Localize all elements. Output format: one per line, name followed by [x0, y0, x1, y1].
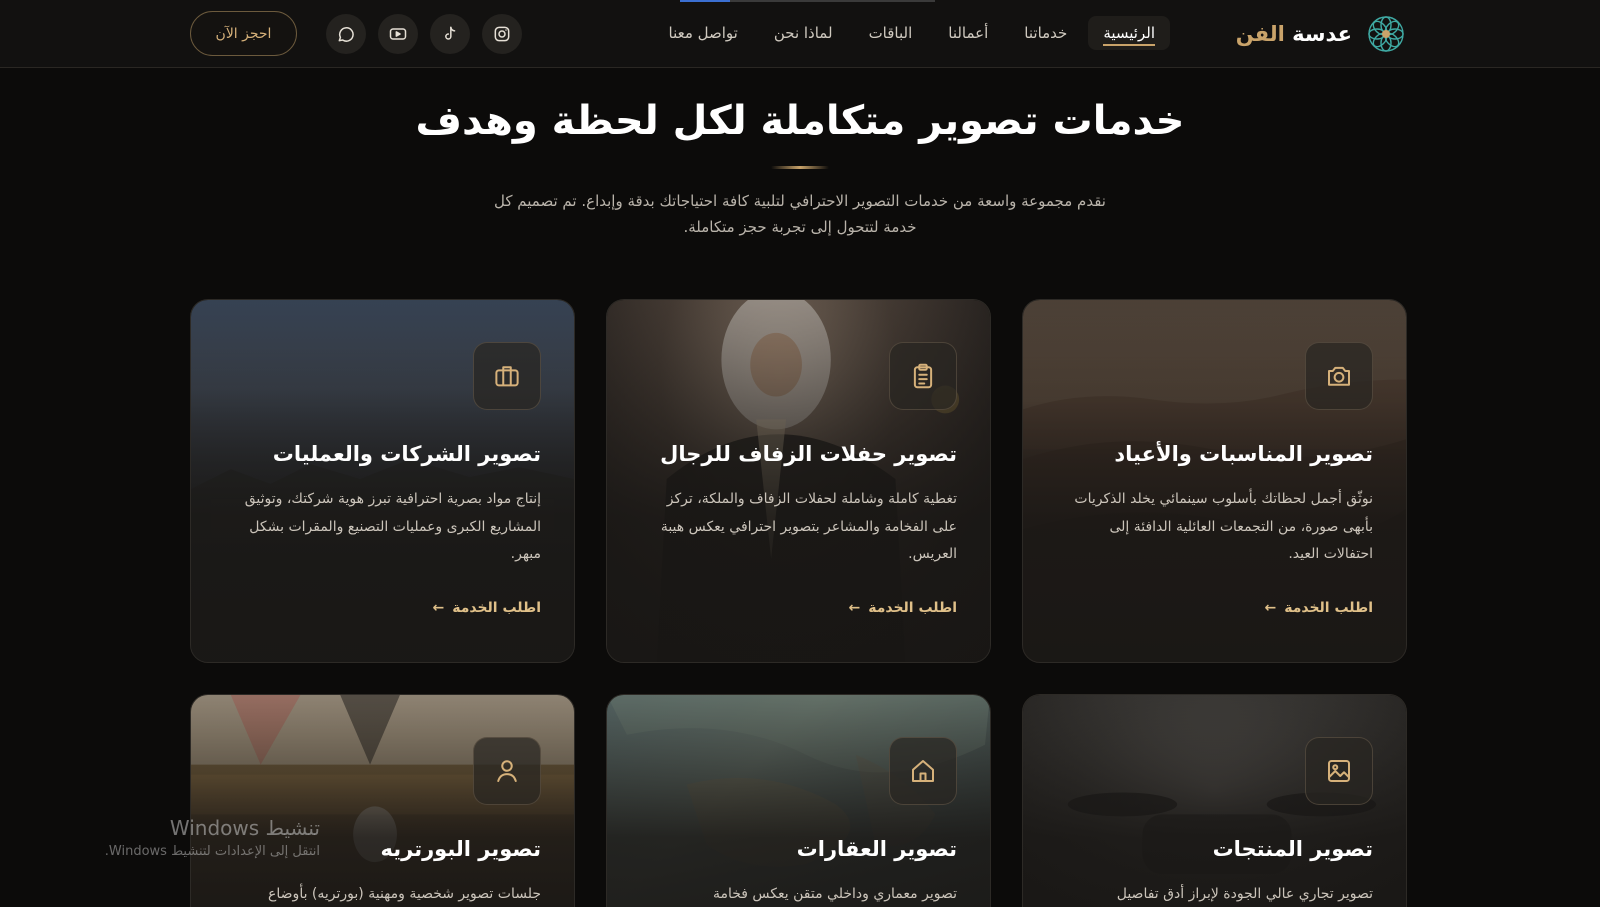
card-title: تصوير المنتجات	[1212, 837, 1373, 861]
service-card-products[interactable]: تصوير المنتجات تصوير تجاري عالي الجودة ل…	[1022, 694, 1407, 907]
card-description: تصوير تجاري عالي الجودة لإبراز أدق تفاصي…	[1116, 886, 1373, 902]
request-service-link[interactable]: اطلب الخدمة ←	[1264, 600, 1373, 616]
card-description: تصوير معماري وداخلي متقن يعكس فخامة	[712, 886, 957, 902]
instagram-icon	[494, 26, 510, 42]
section-subtitle: نقدم مجموعة واسعة من خدمات التصوير الاحت…	[494, 192, 1106, 236]
brand-accent: الفن	[1235, 22, 1285, 46]
request-service-link[interactable]: اطلب الخدمة ←	[432, 600, 541, 616]
youtube-icon	[389, 28, 407, 40]
card-description: إنتاج مواد بصرية احترافية تبرز هوية شركت…	[244, 491, 541, 562]
request-service-label: اطلب الخدمة	[868, 600, 957, 616]
watermark-title: تنشيط Windows	[169, 816, 320, 840]
watermark-subtitle: انتقل إلى الإعدادات لتنشيط Windows.	[104, 844, 320, 859]
section-title: خدمات تصوير متكاملة لكل لحظة وهدف	[415, 98, 1185, 144]
service-card-events[interactable]: تصوير المناسبات والأعياد نوثّق أجمل لحظا…	[1022, 299, 1407, 663]
service-card-real-estate[interactable]: تصوير العقارات تصوير معماري وداخلي متقن …	[606, 694, 991, 907]
service-card-weddings[interactable]: تصوير حفلات الزفاف للرجال تغطية كاملة وش…	[606, 299, 991, 663]
request-service-link[interactable]: اطلب الخدمة ←	[848, 600, 957, 616]
clipboard-icon	[913, 363, 933, 389]
user-icon-box	[473, 737, 541, 805]
arrow-left-icon: ←	[1264, 600, 1277, 616]
card-description: تغطية كاملة وشاملة لحفلات الزفاف والملكة…	[660, 491, 957, 562]
nav-link-home[interactable]: الرئيسية	[1088, 16, 1170, 50]
youtube-button[interactable]	[378, 14, 418, 54]
card-title: تصوير الشركات والعمليات	[272, 442, 541, 466]
request-service-label: اطلب الخدمة	[452, 600, 541, 616]
card-description: نوثّق أجمل لحظاتك بأسلوب سينمائي يخلد ال…	[1074, 491, 1373, 562]
nav-links: الرئيسية خدماتنا أعمالنا الباقات لماذا ن…	[654, 16, 1170, 50]
camera-icon	[1328, 366, 1350, 386]
nav-link-services[interactable]: خدماتنا	[1009, 16, 1082, 50]
nav-link-works[interactable]: أعمالنا	[933, 16, 1003, 50]
image-icon	[1328, 760, 1350, 782]
camera-icon-box	[1305, 342, 1373, 410]
nav-link-why-us[interactable]: لماذا نحن	[759, 16, 848, 50]
card-description: جلسات تصوير شخصية ومهنية (بورتريه) بأوضا…	[268, 886, 541, 902]
clipboard-icon-box	[889, 342, 957, 410]
service-card-portrait[interactable]: تصوير البورتريه جلسات تصوير شخصية ومهنية…	[190, 694, 575, 907]
tiktok-button[interactable]	[430, 14, 470, 54]
flower-logo-icon	[1368, 16, 1404, 52]
card-title: تصوير حفلات الزفاف للرجال	[660, 442, 957, 466]
nav-link-contact[interactable]: تواصل معنا	[654, 16, 753, 50]
brand[interactable]: عدسة الفن	[1236, 12, 1406, 56]
briefcase-icon-box	[473, 342, 541, 410]
scroll-progress-track	[730, 0, 935, 2]
arrow-left-icon: ←	[848, 600, 861, 616]
scroll-progress	[680, 0, 730, 2]
brand-name: عدسة الفن	[1236, 22, 1352, 46]
tiktok-icon	[445, 26, 456, 40]
top-navbar: عدسة الفن الرئيسية خدماتنا أعمالنا الباق…	[0, 0, 1600, 68]
whatsapp-icon	[338, 27, 354, 42]
whatsapp-button[interactable]	[326, 14, 366, 54]
arrow-left-icon: ←	[432, 600, 445, 616]
windows-activation-watermark: تنشيط Windows انتقل إلى الإعدادات لتنشيط…	[80, 816, 320, 859]
book-now-button[interactable]: احجز الآن	[190, 11, 297, 56]
briefcase-icon	[495, 366, 519, 387]
brand-main: عدسة	[1292, 22, 1352, 46]
request-service-label: اطلب الخدمة	[1284, 600, 1373, 616]
title-underline	[771, 166, 829, 169]
home-icon	[912, 760, 934, 782]
image-icon-box	[1305, 737, 1373, 805]
card-title: تصوير المناسبات والأعياد	[1114, 442, 1373, 466]
card-title: تصوير العقارات	[796, 837, 957, 861]
instagram-button[interactable]	[482, 14, 522, 54]
service-card-corporate[interactable]: تصوير الشركات والعمليات إنتاج مواد بصرية…	[190, 299, 575, 663]
home-icon-box	[889, 737, 957, 805]
nav-link-packages[interactable]: الباقات	[854, 16, 928, 50]
user-icon	[497, 760, 517, 782]
social-links	[326, 14, 522, 54]
